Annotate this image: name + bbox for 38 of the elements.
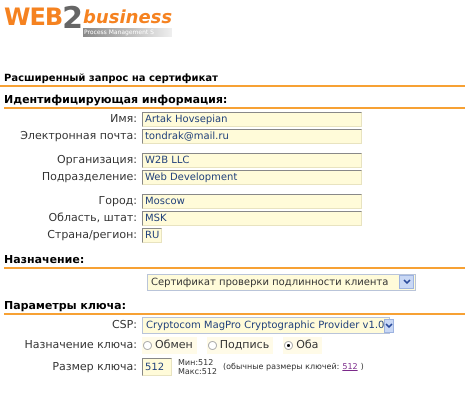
- section-heading: Назначение:: [4, 253, 84, 266]
- field-label: Подразделение:: [42, 169, 137, 186]
- text-field[interactable]: Artak Hovsepian: [142, 112, 362, 127]
- radio-button[interactable]: [143, 341, 152, 350]
- section-heading: Параметры ключа:: [4, 299, 126, 312]
- text-field[interactable]: RU: [142, 228, 162, 243]
- dropdown-button[interactable]: [384, 318, 394, 332]
- closing-parenthesis: ): [360, 361, 364, 373]
- field-label: Электронная почта:: [20, 128, 137, 144]
- radio-button[interactable]: [284, 341, 294, 350]
- field-label: Размер ключа:: [52, 358, 137, 375]
- field-label: Город:: [98, 193, 137, 210]
- section-heading: Идентифицирующая информация:: [4, 93, 228, 106]
- radio-option[interactable]: Оба: [283, 337, 322, 354]
- dropdown-button[interactable]: [399, 275, 414, 289]
- key-size-field[interactable]: 512: [142, 358, 172, 376]
- text-field[interactable]: Moscow: [142, 194, 362, 209]
- radio-option[interactable]: Обмен: [142, 337, 197, 354]
- field-label: Область, штат:: [48, 210, 137, 226]
- min-size-text: Мин:512: [178, 358, 214, 367]
- field-label: CSP:: [112, 317, 137, 334]
- radio-option[interactable]: Подпись: [206, 337, 274, 354]
- typical-sizes-text: (обычные размеры ключей:: [223, 361, 340, 373]
- page-title: Расширенный запрос на сертификат: [4, 73, 218, 84]
- chevron-down-icon: [402, 279, 410, 285]
- radio-button[interactable]: [208, 341, 217, 350]
- purpose-select[interactable]: Сертификат проверки подлинности клиента: [147, 274, 416, 290]
- text-field[interactable]: W2B LLC: [142, 153, 362, 168]
- field-label: Страна/регион:: [47, 227, 137, 244]
- chevron-down-icon: [385, 322, 394, 328]
- key-size-link[interactable]: 512: [342, 361, 358, 373]
- text-field[interactable]: tondrak@mail.ru: [142, 129, 362, 144]
- text-field[interactable]: MSK: [142, 211, 362, 226]
- field-label: Организация:: [56, 152, 137, 168]
- text-field[interactable]: Web Development: [142, 170, 362, 185]
- max-size-text: Макс:512: [178, 367, 217, 376]
- field-label: Имя:: [110, 111, 137, 128]
- field-label: Назначение ключа:: [24, 337, 137, 354]
